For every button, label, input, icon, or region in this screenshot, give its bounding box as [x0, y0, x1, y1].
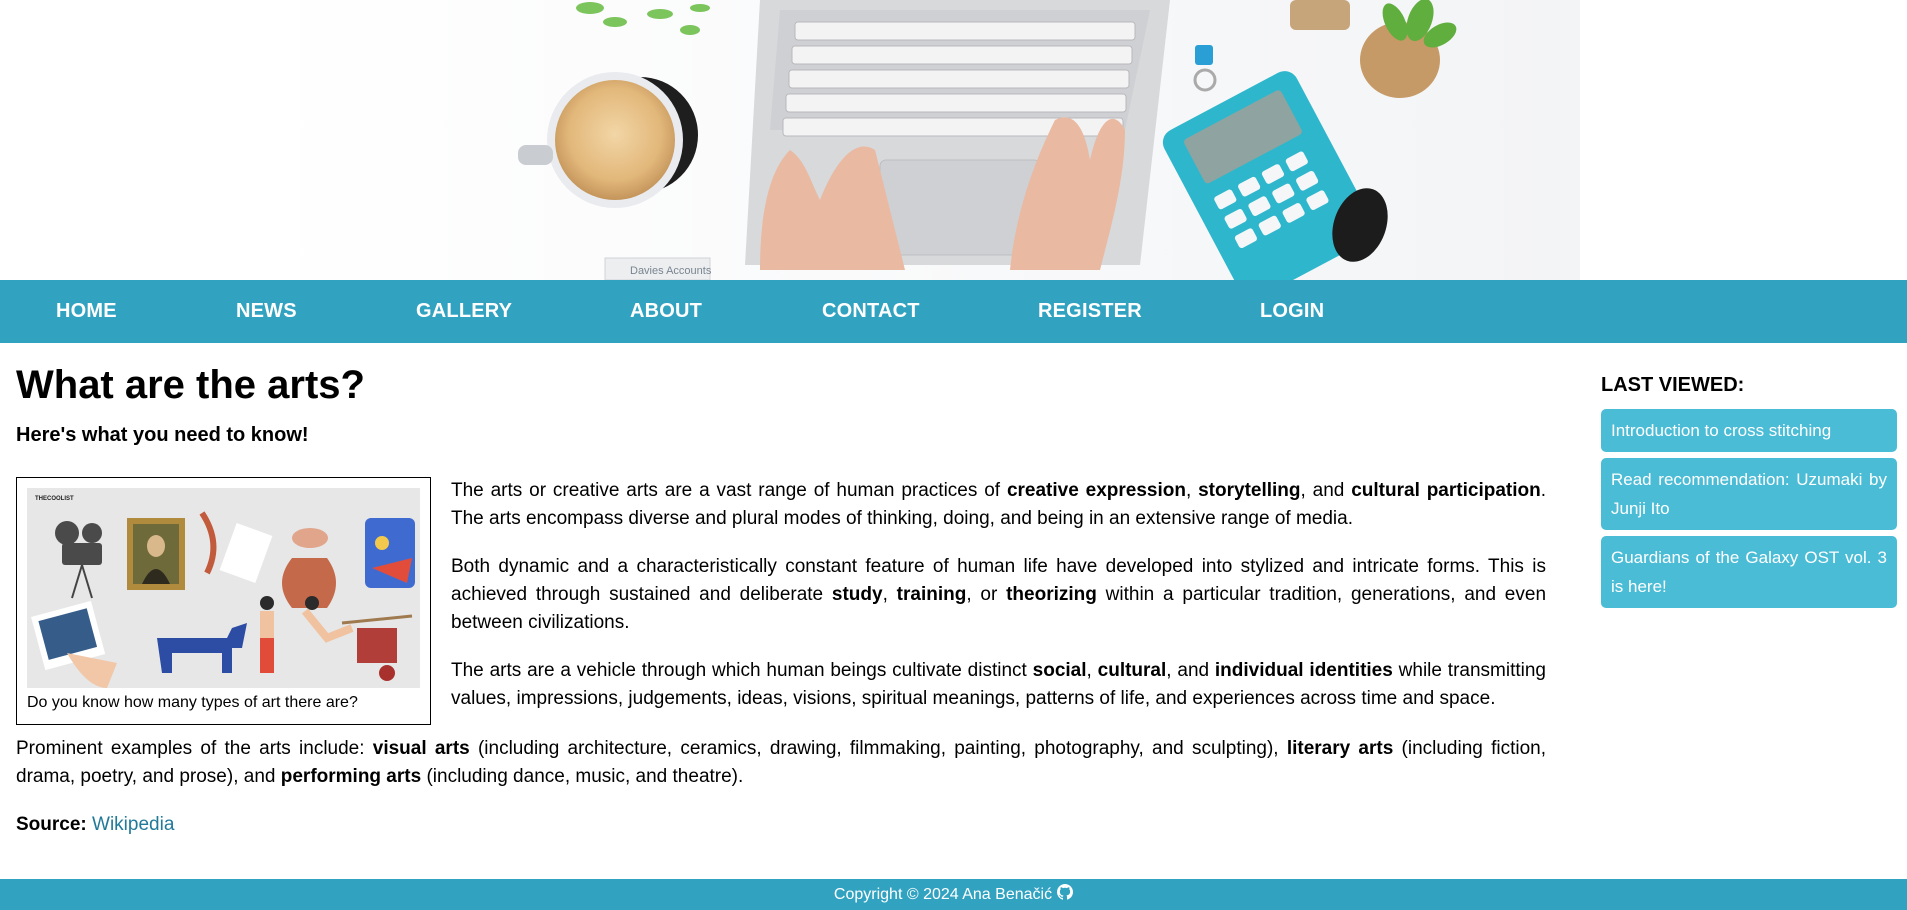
hero-image: Davies Accounts — [0, 0, 1907, 280]
page-subtitle: Here's what you need to know! — [16, 424, 309, 446]
nav-register[interactable]: REGISTER — [1038, 300, 1260, 323]
nav-about[interactable]: ABOUT — [630, 300, 822, 323]
main-area: What are the arts? Here's what you need … — [0, 343, 1907, 879]
article: What are the arts? Here's what you need … — [16, 343, 1546, 839]
figure-caption: Do you know how many types of art there … — [27, 694, 358, 711]
hero-watermark: Davies Accounts — [630, 265, 712, 277]
source-line: Source: Wikipedia — [16, 811, 1546, 839]
footer-copyright: Copyright © 2024 Ana Benačić — [833, 885, 1053, 903]
nav-contact[interactable]: CONTACT — [822, 300, 1038, 323]
last-viewed-item[interactable]: Read recommendation: Uzumaki by Junji It… — [1601, 458, 1897, 530]
sidebar: LAST VIEWED: Introduction to cross stitc… — [1601, 373, 1897, 614]
nav-home[interactable]: HOME — [56, 300, 236, 323]
paragraph-4: Prominent examples of the arts include: … — [16, 738, 1546, 787]
main-nav: HOME NEWS GALLERY ABOUT CONTACT REGISTER… — [0, 280, 1907, 343]
footer: Copyright © 2024 Ana Benačić — [0, 879, 1907, 910]
figure-brand: THECOOLIST — [35, 496, 74, 502]
last-viewed-item[interactable]: Introduction to cross stitching — [1601, 409, 1897, 452]
source-link[interactable]: Wikipedia — [92, 814, 174, 835]
github-icon[interactable] — [1057, 884, 1074, 905]
page-title: What are the arts? — [16, 363, 365, 407]
source-label: Source: — [16, 814, 87, 835]
arts-illustration: THECOOLIST — [27, 488, 420, 688]
nav-gallery[interactable]: GALLERY — [416, 300, 630, 323]
hero-banner: Davies Accounts — [0, 0, 1907, 280]
nav-login[interactable]: LOGIN — [1260, 300, 1324, 323]
nav-news[interactable]: NEWS — [236, 300, 416, 323]
sidebar-heading: LAST VIEWED: — [1601, 374, 1745, 396]
last-viewed-item[interactable]: Guardians of the Galaxy OST vol. 3 is he… — [1601, 536, 1897, 608]
article-figure: THECOOLIST Do you know how many types of… — [16, 477, 431, 725]
